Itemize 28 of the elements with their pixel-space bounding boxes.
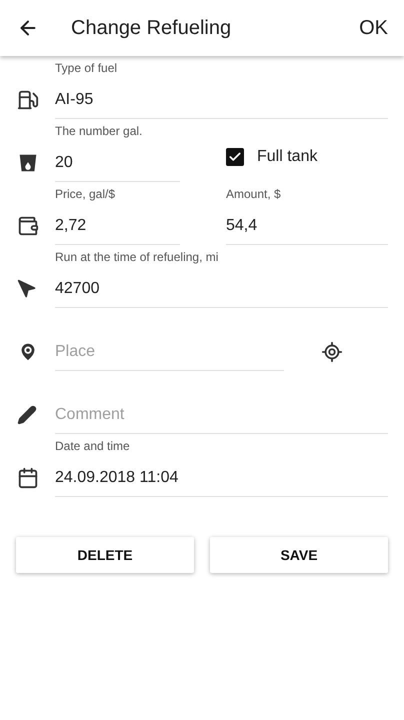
field-label: The number gal. <box>55 124 144 138</box>
input-field[interactable]: 54,4 <box>226 202 388 245</box>
field-label: Date and time <box>55 439 131 453</box>
input-field[interactable]: AI-95 <box>55 76 388 119</box>
wallet-icon <box>17 214 39 236</box>
field-label: Amount, $ <box>226 187 282 201</box>
crosshair-icon <box>321 340 343 362</box>
field-label: Run at the time of refueling, mi <box>55 250 220 264</box>
ok-button[interactable]: OK <box>359 13 404 43</box>
delete-button[interactable]: DELETE <box>16 537 194 573</box>
field-label: Price, gal/$ <box>55 187 116 201</box>
input-field[interactable]: Comment <box>55 391 388 434</box>
input-field[interactable]: 42700 <box>55 265 388 308</box>
pencil-icon <box>17 404 37 424</box>
locate-button[interactable] <box>321 340 343 362</box>
screen-title: Change Refueling <box>71 16 232 41</box>
input-field[interactable]: 2,72 <box>55 202 180 245</box>
input-field[interactable]: Place <box>55 328 284 371</box>
check-icon <box>228 150 242 164</box>
save-button[interactable]: SAVE <box>210 537 388 573</box>
input-field[interactable]: 20 <box>55 139 180 182</box>
checkbox[interactable] <box>226 148 244 166</box>
checkbox-label: Full tank <box>257 146 318 166</box>
navigation-arrow-icon <box>17 278 37 298</box>
input-field[interactable]: 24.09.2018 11:04 <box>55 454 388 497</box>
calendar-icon <box>17 466 39 488</box>
field-label: Type of fuel <box>55 61 118 75</box>
fuel-pump-icon <box>17 88 39 110</box>
